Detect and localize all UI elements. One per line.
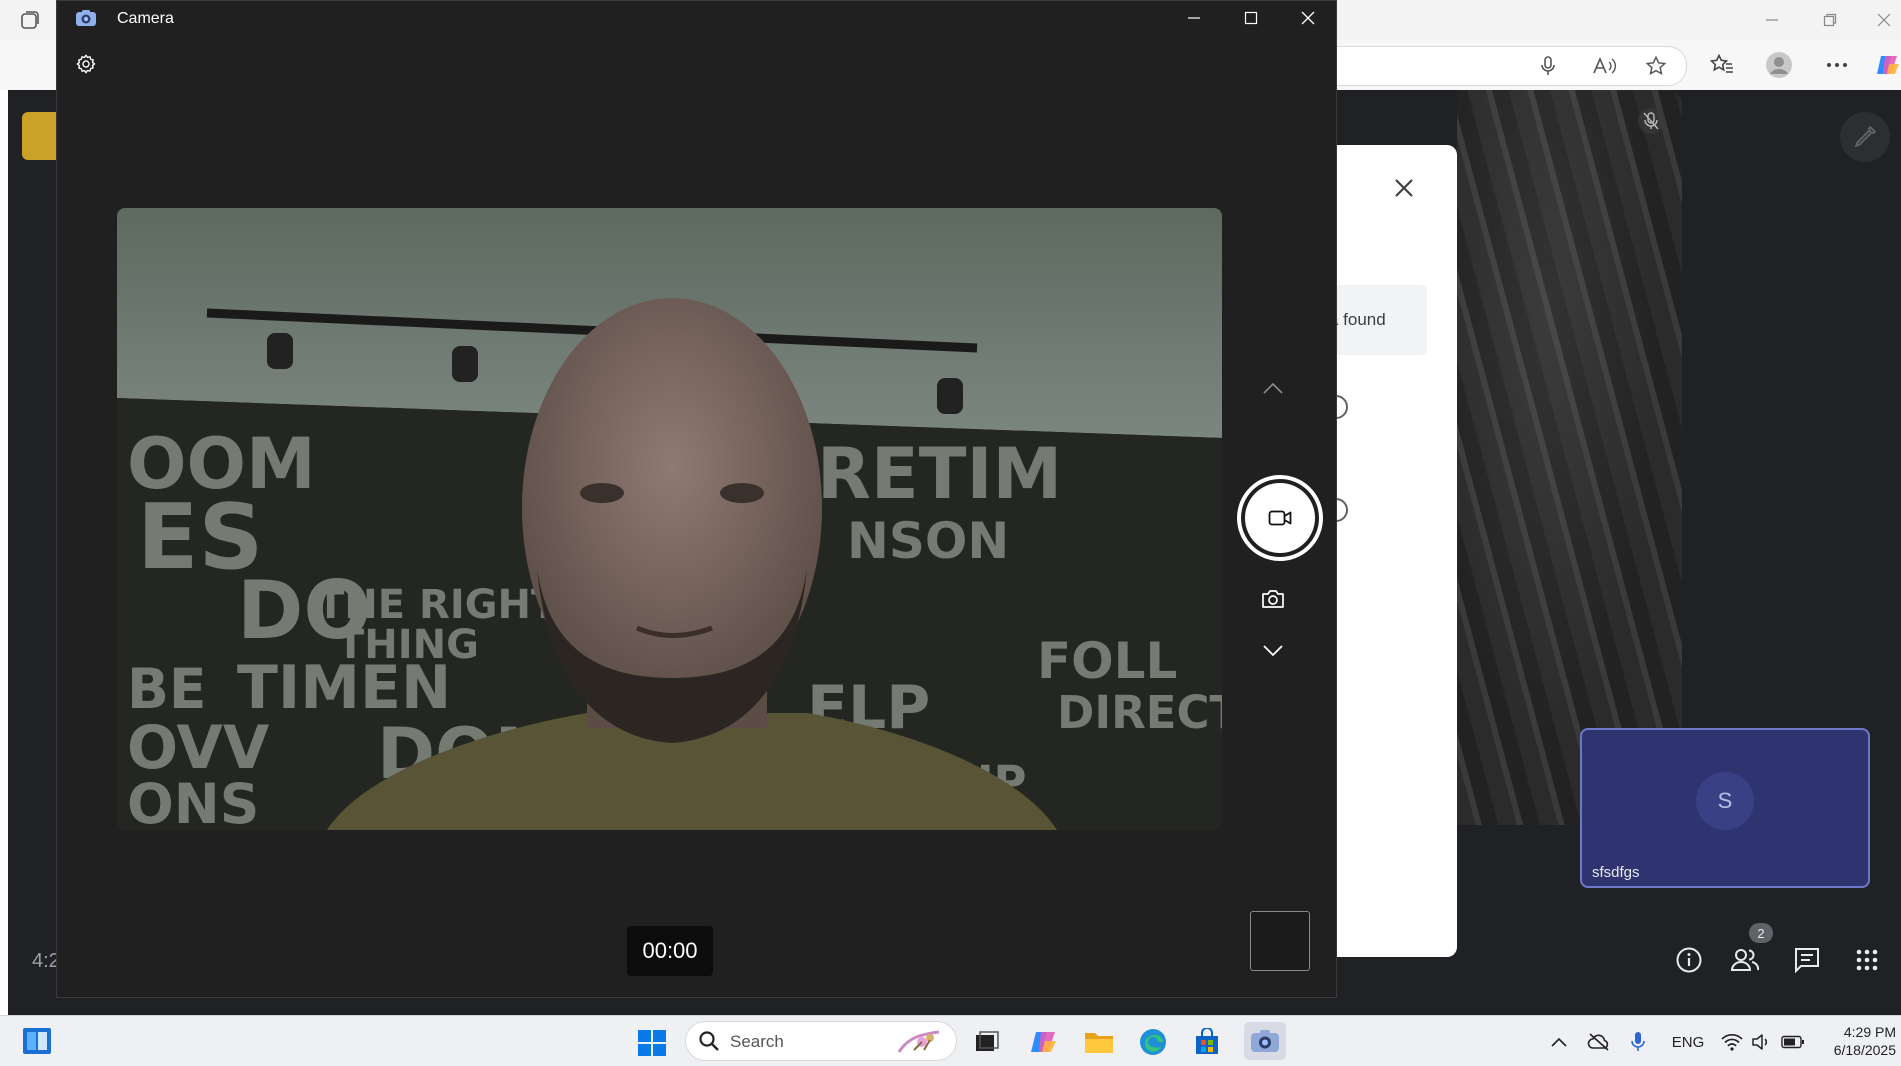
camera-live-preview: OOM ES DO THE RIGHT THING BE TIMEN OVV O… <box>117 208 1222 830</box>
chevron-down-icon <box>1263 645 1283 657</box>
camera-app-window: Camera OOM ES DO THE RIGHT THING BE TIME… <box>56 0 1337 998</box>
photo-mode-button[interactable] <box>1256 584 1290 614</box>
search-placeholder: Search <box>730 1032 784 1051</box>
record-video-button[interactable] <box>1237 475 1323 561</box>
read-aloud-icon[interactable] <box>1591 54 1617 78</box>
remote-participant-video <box>1457 90 1682 825</box>
svg-text:FOLL: FOLL <box>1037 632 1177 690</box>
clock-time: 4:29 PM <box>1843 1024 1896 1040</box>
people-icon <box>1730 949 1760 971</box>
video-camera-icon <box>1268 510 1292 526</box>
favorite-star-icon[interactable] <box>1643 53 1669 79</box>
camera-close-button[interactable] <box>1280 1 1336 35</box>
camera-maximize-button[interactable] <box>1223 1 1279 35</box>
dialog-close-button[interactable] <box>1389 173 1419 203</box>
people-button[interactable] <box>1728 943 1762 977</box>
camera-taskbar-button[interactable] <box>1244 1022 1286 1060</box>
search-icon <box>698 1030 720 1052</box>
show-hidden-icons-button[interactable] <box>1548 1029 1570 1055</box>
maximize-icon <box>1244 11 1258 25</box>
pen-icon <box>1854 125 1877 148</box>
close-icon <box>1395 179 1413 197</box>
mic-icon <box>1631 1032 1645 1051</box>
profile-avatar-icon[interactable] <box>1764 50 1794 80</box>
participant-muted-icon <box>1638 108 1664 134</box>
start-button[interactable] <box>637 1029 667 1057</box>
taskbar: Search ENG 4:29 PM 6/18/2025 <box>0 1015 1901 1066</box>
store-icon <box>1196 1028 1218 1054</box>
windows-logo-icon <box>638 1030 666 1056</box>
recording-timer: 00:00 <box>627 926 713 976</box>
task-view-button[interactable] <box>970 1025 1004 1059</box>
svg-text:ONS: ONS <box>127 772 259 830</box>
mic-icon[interactable] <box>1536 54 1560 78</box>
apps-grid-icon <box>1856 949 1878 971</box>
self-avatar: S <box>1696 772 1754 830</box>
file-explorer-button[interactable] <box>1082 1025 1116 1059</box>
chevron-up-icon <box>1263 382 1283 394</box>
svg-text:RETIM: RETIM <box>817 433 1062 515</box>
edge-icon <box>1140 1029 1166 1055</box>
search-highlight-art <box>894 1028 944 1056</box>
favorites-icon[interactable] <box>1708 52 1736 78</box>
camera-app-icon <box>1251 1030 1279 1052</box>
folder-icon <box>1085 1033 1113 1053</box>
browser-close-button[interactable] <box>1864 6 1901 34</box>
dialog-banner-text: a found <box>1329 310 1386 329</box>
wifi-status-button[interactable] <box>1720 1029 1744 1055</box>
battery-icon <box>1781 1035 1804 1049</box>
copilot-taskbar-button[interactable] <box>1026 1025 1060 1059</box>
widgets-button[interactable] <box>22 1027 52 1055</box>
mode-up-button[interactable] <box>1256 374 1290 402</box>
activities-button[interactable] <box>1850 943 1884 977</box>
edge-browser-button[interactable] <box>1136 1025 1170 1059</box>
camera-minimize-button[interactable] <box>1166 1 1222 35</box>
self-participant-name: sfsdfgs <box>1592 864 1640 881</box>
chat-button[interactable] <box>1790 943 1824 977</box>
chat-icon <box>1795 948 1819 974</box>
speaker-icon <box>1752 1034 1768 1050</box>
chevron-up-icon <box>1551 1037 1567 1047</box>
camera-icon <box>1262 590 1284 608</box>
input-language-indicator[interactable]: ENG <box>1668 1029 1708 1055</box>
minimize-icon <box>1188 17 1200 19</box>
svg-text:BE: BE <box>127 657 207 721</box>
mode-down-button[interactable] <box>1256 637 1290 665</box>
browser-restore-button[interactable] <box>1810 6 1850 34</box>
last-capture-thumbnail[interactable] <box>1250 911 1310 971</box>
people-count-badge: 2 <box>1749 923 1773 943</box>
copilot-icon[interactable] <box>1874 50 1901 80</box>
page-left-edge <box>0 90 8 1015</box>
taskbar-search-box[interactable]: Search <box>685 1021 957 1061</box>
clock-date: 6/18/2025 <box>1833 1042 1896 1058</box>
meeting-details-button[interactable] <box>1672 943 1706 977</box>
info-icon <box>1676 947 1702 973</box>
svg-text:NSON: NSON <box>847 512 1009 570</box>
device-dialog: a found <box>1324 145 1457 957</box>
taskbar-clock[interactable]: 4:29 PM 6/18/2025 <box>1826 1023 1896 1059</box>
svg-text:DIRECT: DIRECT <box>1057 686 1222 739</box>
wifi-icon <box>1721 1033 1743 1051</box>
close-icon <box>1301 11 1315 25</box>
widgets-icon <box>23 1028 51 1054</box>
browser-minimize-button[interactable] <box>1752 6 1792 34</box>
store-button[interactable] <box>1190 1025 1224 1059</box>
annotate-pen-button[interactable] <box>1840 112 1890 162</box>
no-camera-banner: a found <box>1329 285 1427 355</box>
self-participant-tile[interactable]: S sfsdfgs <box>1580 728 1870 888</box>
gear-icon <box>76 54 96 74</box>
copilot-icon <box>1031 1032 1056 1052</box>
battery-status-button[interactable] <box>1780 1029 1806 1055</box>
camera-settings-button[interactable] <box>73 51 99 77</box>
cloud-offline-icon <box>1587 1033 1609 1051</box>
tab-actions-icon[interactable] <box>18 8 42 32</box>
volume-button[interactable] <box>1750 1029 1772 1055</box>
task-view-icon <box>976 1031 999 1051</box>
camera-window-title: Camera <box>117 10 174 27</box>
more-options-icon[interactable] <box>1823 52 1851 78</box>
camera-app-icon <box>75 9 97 27</box>
onedrive-status-button[interactable] <box>1586 1029 1612 1055</box>
shutter-inner <box>1245 483 1315 553</box>
microphone-in-use-button[interactable] <box>1627 1029 1649 1055</box>
